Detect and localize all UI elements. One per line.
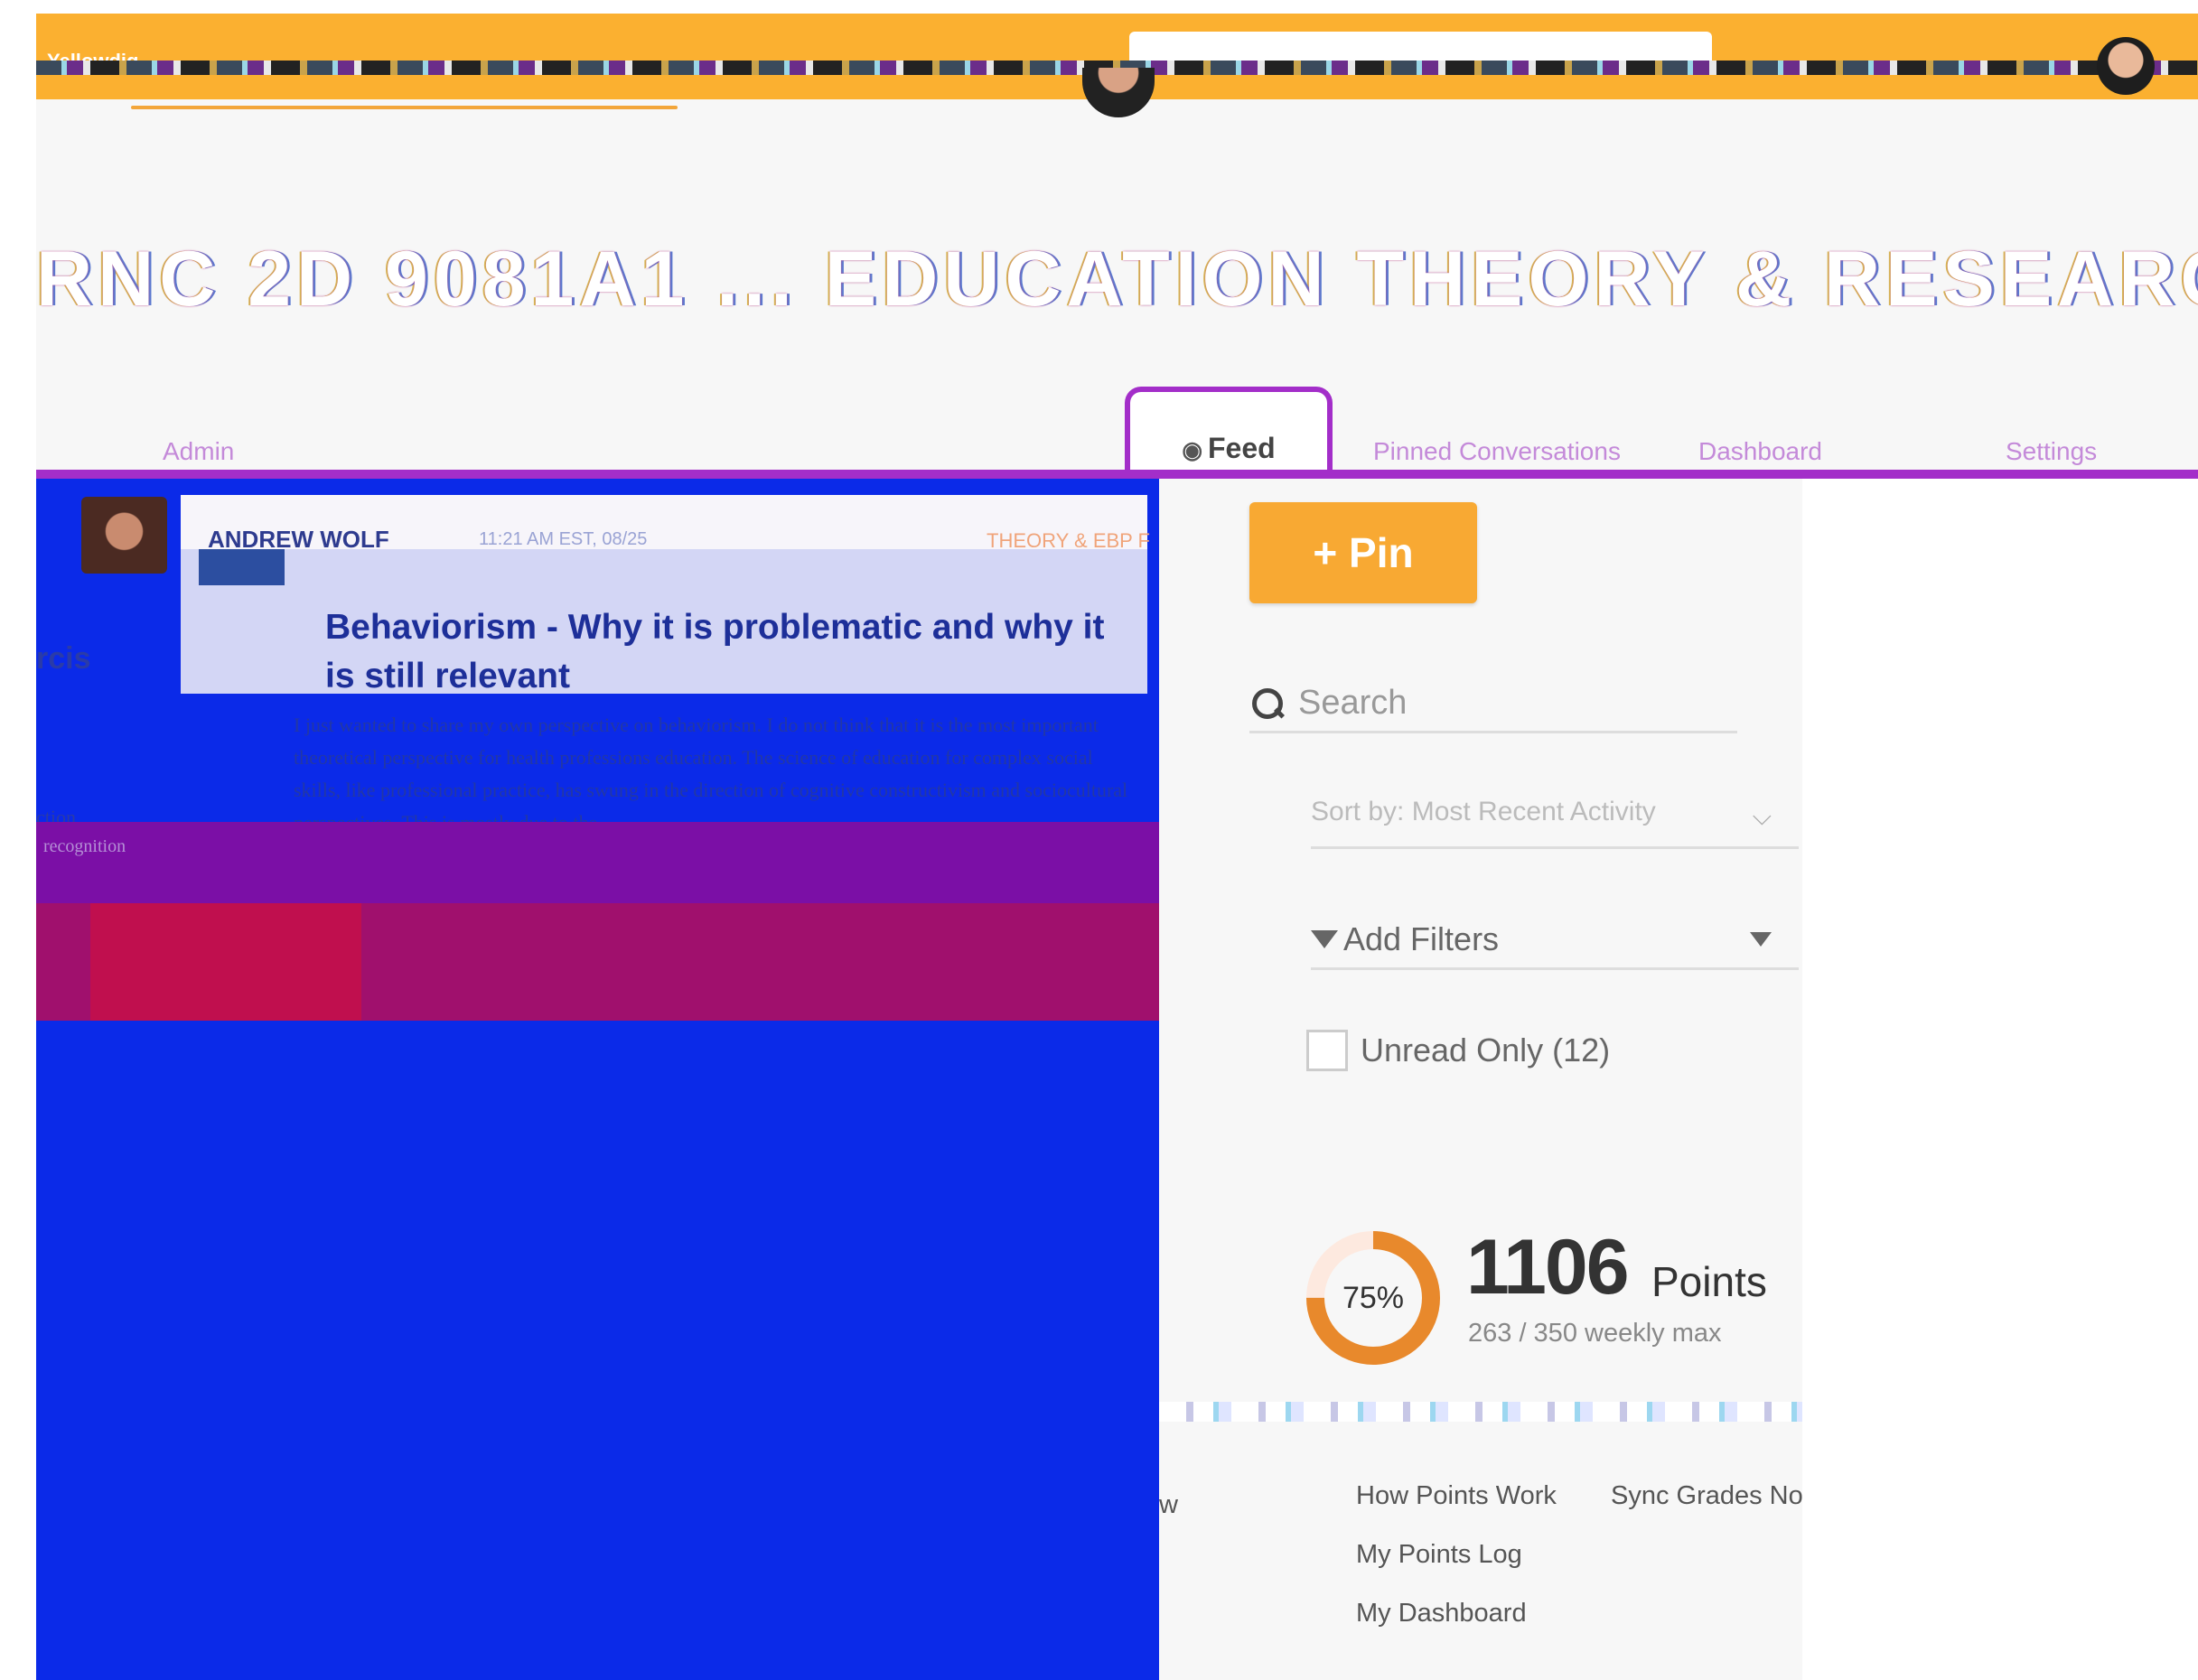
unread-only-toggle[interactable]: Unread Only (12) — [1306, 1030, 1610, 1071]
weekly-max: 263 / 350 weekly max — [1468, 1319, 1722, 1348]
clipped-link[interactable]: w — [1159, 1490, 1178, 1520]
sidebar-search[interactable]: Search — [1249, 676, 1737, 733]
nav-tabs: Admin ◉ Feed Pinned Conversations Dashboa… — [36, 387, 2198, 479]
add-filters-dropdown[interactable]: Add Filters — [1311, 910, 1799, 970]
adjacent-post-snippet: rcis — [36, 641, 91, 676]
tab-admin-label: Admin — [163, 437, 235, 465]
how-points-work-link[interactable]: How Points Work — [1356, 1481, 1557, 1540]
search-placeholder: Search — [1298, 684, 1408, 722]
post-category[interactable]: THEORY & EBP F — [987, 529, 1150, 553]
tab-dashboard-label: Dashboard — [1698, 437, 1822, 465]
user-avatar[interactable] — [2097, 37, 2155, 95]
my-points-log-link[interactable]: My Points Log — [1356, 1540, 1557, 1599]
points-links: How Points Work My Points Log My Dashboa… — [1356, 1481, 1803, 1657]
add-filters-label: Add Filters — [1343, 919, 1500, 957]
points-percent: 75% — [1342, 1280, 1405, 1315]
points-widget: 75% 1106 Points 263 / 350 weekly max — [1304, 1224, 1810, 1409]
points-unit: Points — [1651, 1258, 1767, 1305]
caret-down-icon — [1750, 932, 1772, 947]
course-underline — [131, 106, 678, 109]
adjacent-label-2: recognition — [43, 836, 126, 856]
tab-dashboard[interactable]: Dashboard — [1698, 437, 1822, 466]
chevron-down-icon: ⌵ — [1752, 802, 1772, 830]
tab-settings[interactable]: Settings — [2006, 437, 2097, 466]
sidebar-glitch-stripe — [1159, 1402, 1802, 1422]
points-total: 1106 — [1466, 1224, 1630, 1311]
tab-pinned-label: Pinned Conversations — [1373, 437, 1621, 465]
community-title: RNC 2D 9081A1 ... EDUCATION THEORY & RES… — [36, 236, 2198, 322]
post-title[interactable]: Behaviorism - Why it is problematic and … — [325, 603, 1138, 701]
pin-button[interactable]: + Pin — [1249, 502, 1477, 603]
author-avatar-secondary — [199, 549, 285, 585]
glitch-band-purple — [36, 822, 1159, 903]
unread-only-checkbox[interactable] — [1306, 1030, 1348, 1071]
tab-settings-label: Settings — [2006, 437, 2098, 465]
post-author[interactable]: ANDREW WOLF — [208, 526, 389, 554]
post-timestamp: 11:21 AM EST, 08/25 — [479, 529, 648, 549]
feed-sidebar: + Pin Search Sort by: Most Recent Activi… — [1159, 479, 1803, 1680]
page-right-margin — [1802, 479, 2198, 1680]
unread-only-label: Unread Only (12) — [1361, 1031, 1611, 1069]
sort-select[interactable]: Sort by: Most Recent Activity ⌵ — [1311, 786, 1799, 849]
my-dashboard-link[interactable]: My Dashboard — [1356, 1599, 1557, 1657]
feed-list: ANDREW WOLF 11:21 AM EST, 08/25 THEORY &… — [36, 479, 1159, 1680]
post-body: I just wanted to share my own perspectiv… — [294, 714, 1128, 834]
sort-select-label: Sort by: Most Recent Activity — [1311, 797, 1656, 826]
search-icon — [1249, 686, 1286, 722]
tab-feed-label: Feed — [1208, 432, 1276, 464]
tabs-underline — [36, 470, 2198, 479]
tab-feed[interactable]: ◉ Feed — [1125, 387, 1333, 470]
sync-grades-link[interactable]: Sync Grades No — [1611, 1481, 1803, 1511]
author-avatar[interactable] — [81, 497, 167, 574]
tab-admin[interactable]: Admin — [163, 437, 234, 466]
tab-pinned[interactable]: Pinned Conversations — [1373, 437, 1621, 466]
filter-icon — [1311, 929, 1338, 948]
rss-icon: ◉ — [1182, 436, 1202, 463]
glitch-band-red-left — [90, 903, 361, 1021]
